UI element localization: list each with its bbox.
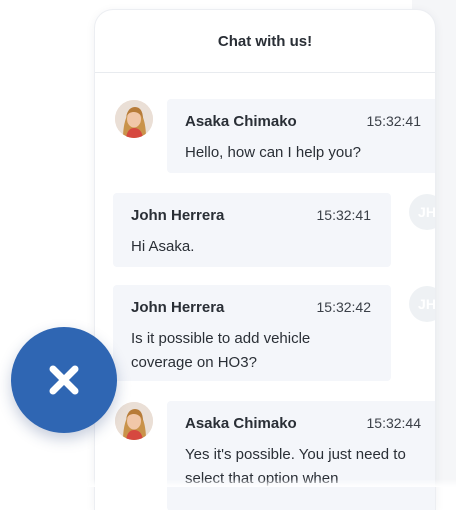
user-avatar-initials: JH	[409, 286, 435, 322]
message-text: Is it possible to add vehicle coverage o…	[131, 330, 311, 371]
message-time: 15:32:42	[316, 299, 372, 315]
message-time: 15:32:44	[366, 415, 422, 431]
sender-name: Asaka Chimako	[185, 415, 297, 432]
message-bubble: Asaka Chimako 15:32:44 Yes it's possible…	[167, 401, 435, 510]
close-chat-button[interactable]	[11, 327, 117, 433]
message-header: John Herrera 15:32:41	[131, 207, 373, 225]
agent-avatar	[115, 402, 153, 440]
sender-name: John Herrera	[131, 207, 225, 224]
chat-title: Chat with us!	[217, 32, 313, 50]
user-avatar-initials: JH	[409, 194, 435, 230]
bottom-fade	[0, 479, 456, 487]
message-header: John Herrera 15:32:42	[131, 299, 373, 317]
close-icon	[49, 365, 79, 395]
message-bubble: John Herrera 15:32:42 Is it possible to …	[113, 285, 391, 381]
message-time: 15:32:41	[366, 113, 422, 129]
agent-avatar	[115, 100, 153, 138]
message-bubble: John Herrera 15:32:41 Hi Asaka.	[113, 193, 391, 267]
message-time: 15:32:41	[316, 207, 372, 223]
message-text: Hello, how can I help you?	[185, 144, 361, 161]
chat-panel: Chat with us! Asaka Chimako 15:32:41 Hel…	[95, 10, 435, 510]
sender-name: Asaka Chimako	[185, 113, 297, 130]
chat-header: Chat with us!	[95, 10, 435, 73]
message-bubble: Asaka Chimako 15:32:41 Hello, how can I …	[167, 99, 435, 173]
sender-name: John Herrera	[131, 299, 225, 316]
message-text: Hi Asaka.	[131, 238, 195, 255]
message-header: Asaka Chimako 15:32:41	[185, 113, 427, 131]
message-header: Asaka Chimako 15:32:44	[185, 415, 427, 433]
